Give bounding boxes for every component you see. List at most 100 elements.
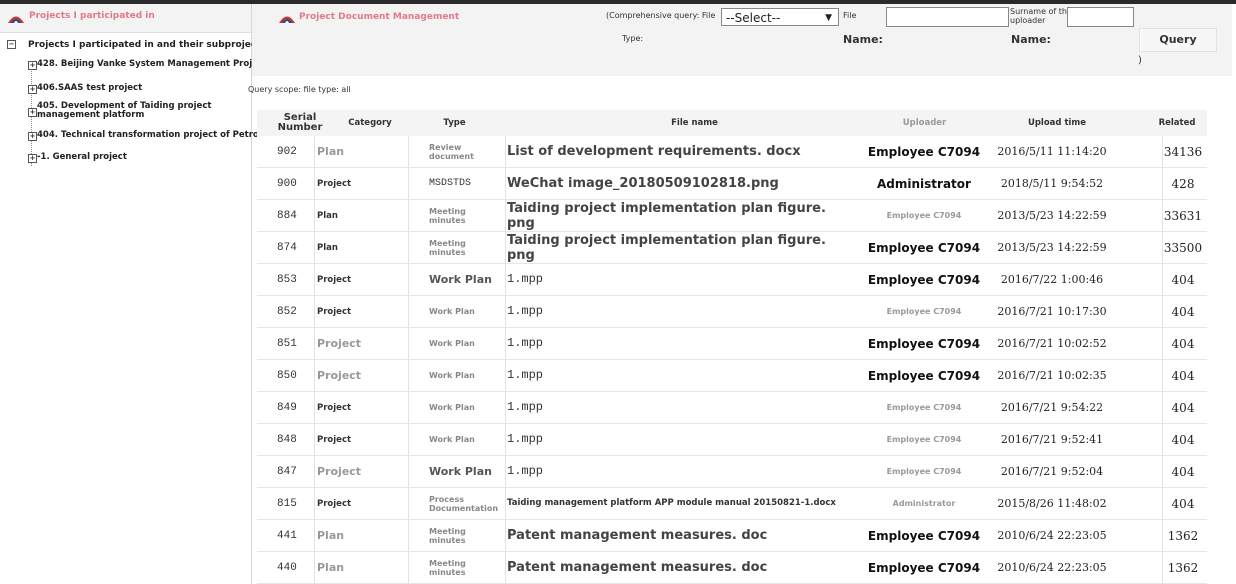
serial-cell: 874 [277, 241, 297, 254]
category-cell: Plan [317, 561, 345, 574]
tree-root[interactable]: − Projects I participated in and their su… [7, 40, 266, 50]
column-separator [505, 488, 506, 519]
serial-cell: 884 [277, 209, 297, 222]
col-serial-header[interactable]: Serial Number [271, 110, 329, 136]
table-row[interactable]: 900 Project MSDSTDS WeChat image_2018050910… [257, 168, 1207, 200]
column-separator [408, 200, 409, 231]
category-cell: Project [317, 402, 352, 413]
table-header: Serial Number Category Type File name Up… [257, 110, 1207, 136]
serial-cell: 853 [277, 273, 297, 286]
file-name-cell[interactable]: 1.mpp [507, 360, 837, 391]
file-name-cell[interactable]: 1.mpp [507, 424, 837, 455]
type-cell: Work Plan [429, 403, 475, 412]
file-name-cell[interactable]: 1.mpp [507, 264, 837, 295]
col-related-header[interactable]: Related [1152, 110, 1202, 136]
table-row[interactable]: 848 Project Work Plan 1.mpp Employee C7094 20… [257, 424, 1207, 456]
col-category-header[interactable]: Category [335, 110, 405, 136]
category-cell: Project [317, 178, 352, 189]
type-cell: Meeting minutes [429, 526, 466, 545]
expand-icon[interactable]: + [28, 154, 37, 163]
project-tree-panel: Projects I participated in − Projects I p… [0, 4, 436, 584]
tree-node-label[interactable]: 406.SAAS test project [28, 83, 142, 93]
query-button[interactable]: Query [1139, 28, 1217, 52]
file-name-cell[interactable]: List of development requirements. docx [507, 136, 837, 167]
column-separator [408, 168, 409, 199]
col-uploader-header[interactable]: Uploader [877, 110, 972, 136]
upload-time-cell: 2016/7/21 10:02:35 [997, 369, 1107, 382]
collapse-icon[interactable]: − [7, 40, 16, 49]
expand-icon[interactable]: + [28, 61, 37, 70]
serial-cell: 851 [277, 337, 297, 350]
category-cell: Project [317, 434, 352, 445]
uploader-name-input[interactable] [1067, 7, 1134, 27]
col-file-header[interactable]: File name [637, 110, 752, 136]
column-separator [408, 360, 409, 391]
uploader-name-label: Name: [1011, 33, 1051, 46]
file-name-cell[interactable]: 1.mpp [507, 328, 837, 359]
file-name-cell[interactable]: Taiding management platform APP module m… [507, 488, 837, 519]
sidebar-header: Projects I participated in [0, 4, 251, 33]
type-cell: Meeting minutes [429, 558, 466, 577]
table-row[interactable]: 441 Plan Meeting minutes Patent management … [257, 520, 1207, 552]
tree-node-general[interactable]: + -1. General project [28, 152, 127, 163]
table-row[interactable]: 851 Project Work Plan 1.mpp Employee C7094 20… [257, 328, 1207, 360]
tree-node-428[interactable]: +428. Beijing Vanke System Management Pr… [28, 59, 267, 70]
file-name-cell[interactable]: 1.mpp [507, 392, 837, 423]
table-row[interactable]: 874 Plan Meeting minutes Taiding project im… [257, 232, 1207, 264]
column-separator [505, 392, 506, 423]
expand-icon[interactable]: + [28, 85, 37, 94]
category-cell: Project [317, 465, 362, 478]
file-name-cell[interactable]: WeChat image_20180509102818.png [507, 168, 837, 199]
table-row[interactable]: 849 Project Work Plan 1.mpp Employee C7094 20… [257, 392, 1207, 424]
column-separator [505, 328, 506, 359]
file-name-cell[interactable]: Patent management measures. doc [507, 552, 837, 583]
category-cell: Plan [317, 242, 338, 253]
col-time-header[interactable]: Upload time [1007, 110, 1107, 136]
tree-node-label[interactable]: -1. General project [28, 152, 127, 162]
table-row[interactable]: 852 Project Work Plan 1.mpp Employee C7094 20… [257, 296, 1207, 328]
file-name-cell[interactable]: 1.mpp [507, 456, 837, 487]
upload-time-cell: 2016/5/11 11:14:20 [997, 145, 1107, 158]
related-cell: 404 [1171, 368, 1195, 383]
file-type-select[interactable]: --Select-- ▼ [721, 8, 839, 26]
table-row[interactable]: 440 Plan Meeting minutes Patent management … [257, 552, 1207, 584]
table-row[interactable]: 902 Plan Review document List of developmen… [257, 136, 1207, 168]
col-type-header[interactable]: Type [417, 110, 492, 136]
file-name-cell[interactable]: Patent management measures. doc [507, 520, 837, 551]
file-name-cell[interactable]: Taiding project implementation plan figu… [507, 232, 837, 263]
tree-node-406[interactable]: +406.SAAS test project [28, 83, 142, 94]
serial-cell: 900 [277, 177, 297, 190]
type-cell: Work Plan [429, 435, 475, 444]
table-row[interactable]: 853 Project Work Plan 1.mpp Employee C7094 20… [257, 264, 1207, 296]
related-cell: 34136 [1163, 144, 1203, 159]
table-row[interactable]: 815 Project Process Documentation Taiding m… [257, 488, 1207, 520]
tree-node-label[interactable]: 428. Beijing Vanke System Management Pro… [28, 59, 267, 69]
column-separator [408, 424, 409, 455]
related-cell: 404 [1171, 400, 1195, 415]
sidebar-title: Projects I participated in [29, 11, 155, 21]
related-cell: 428 [1171, 176, 1195, 191]
file-type-select-value: --Select-- [726, 11, 781, 25]
upload-time-cell: 2015/8/26 11:48:02 [997, 497, 1107, 510]
tree-node-label[interactable]: 405. Development of Taiding project mana… [28, 102, 248, 120]
file-type-label-cont: Type: [622, 34, 644, 43]
category-cell: Project [317, 274, 352, 285]
expand-icon[interactable]: + [28, 108, 37, 117]
table-row[interactable]: 884 Plan Meeting minutes Taiding project im… [257, 200, 1207, 232]
table-row[interactable]: 847 Project Work Plan 1.mpp Employee C7094 20… [257, 456, 1207, 488]
dropdown-arrow-icon: ▼ [825, 13, 832, 23]
serial-cell: 440 [277, 561, 297, 574]
related-cell: 404 [1171, 496, 1195, 511]
table-row[interactable]: 850 Project Work Plan 1.mpp Employee C7094 20… [257, 360, 1207, 392]
category-cell: Project [317, 369, 362, 382]
tree-root-label[interactable]: Projects I participated in and their sub… [28, 40, 266, 50]
file-name-cell[interactable]: Taiding project implementation plan figu… [507, 200, 837, 231]
file-name-input[interactable] [886, 7, 1009, 27]
upload-time-cell: 2016/7/21 10:17:30 [997, 305, 1107, 318]
type-cell: Process Documentation [429, 494, 499, 513]
column-separator [408, 392, 409, 423]
file-name-cell[interactable]: 1.mpp [507, 296, 837, 327]
column-separator [408, 456, 409, 487]
tree-node-405[interactable]: +405. Development of Taiding project man… [28, 102, 248, 120]
expand-icon[interactable]: + [28, 132, 37, 141]
